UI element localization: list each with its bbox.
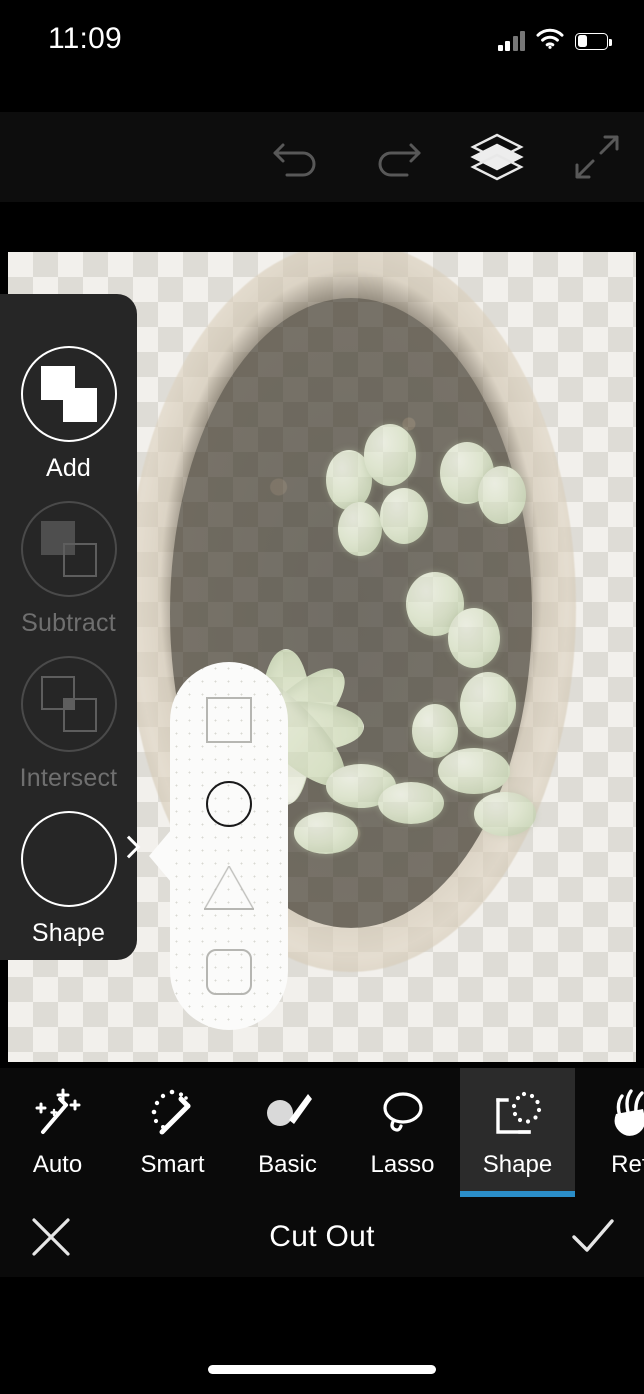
op-add-circle — [20, 346, 117, 442]
shape-rounded-square-option[interactable] — [200, 943, 258, 1001]
op-subtract[interactable]: Subtract — [0, 501, 137, 638]
shape-picker-popover — [149, 662, 288, 1030]
boolean-subtract-icon — [40, 521, 97, 577]
magic-wand-sparkles-icon — [32, 1087, 84, 1139]
op-shape-label: Shape — [31, 919, 106, 947]
smart-wand-icon — [147, 1087, 199, 1139]
shape-square-option[interactable] — [200, 691, 258, 749]
app-root: 11:09 Add Subtract Intersect Shape Auto … — [0, 0, 644, 1394]
circle-icon — [206, 781, 252, 827]
status-time: 11:09 — [48, 22, 122, 55]
tab-shape-label: Shape — [482, 1150, 553, 1178]
undo-button[interactable] — [266, 126, 328, 188]
refine-hand-icon — [607, 1087, 644, 1139]
shape-selection-icon — [492, 1087, 544, 1139]
tab-smart[interactable]: Smart — [115, 1068, 230, 1197]
battery-icon — [575, 32, 612, 50]
cancel-button[interactable] — [22, 1208, 80, 1266]
boolean-intersect-icon — [40, 676, 97, 732]
cellular-signal-icon — [497, 31, 525, 51]
confirm-button[interactable] — [564, 1208, 622, 1266]
tab-shape[interactable]: Shape — [460, 1068, 575, 1197]
action-bar-title: Cut Out — [269, 1220, 375, 1253]
chevron-right-icon — [117, 835, 140, 859]
wifi-icon — [536, 28, 564, 54]
shape-circle-option[interactable] — [200, 775, 258, 833]
lasso-icon — [377, 1087, 429, 1139]
redo-button[interactable] — [366, 126, 428, 188]
triangle-icon — [204, 866, 254, 910]
op-add-label: Add — [45, 454, 92, 482]
fullscreen-button[interactable] — [566, 126, 628, 188]
tab-basic-label: Basic — [258, 1150, 317, 1178]
op-shape[interactable]: Shape — [0, 811, 140, 948]
home-indicator — [208, 1365, 436, 1374]
status-indicators — [497, 28, 612, 54]
rounded-square-icon — [206, 949, 252, 995]
tab-auto[interactable]: Auto — [0, 1068, 115, 1197]
tab-lasso-label: Lasso — [370, 1150, 435, 1178]
op-subtract-label: Subtract — [21, 609, 116, 637]
tab-refine-label: Refi — [611, 1150, 644, 1178]
op-intersect-circle — [20, 656, 117, 752]
tab-smart-label: Smart — [140, 1150, 205, 1178]
boolean-ops-panel: Add Subtract Intersect Shape — [0, 294, 140, 960]
boolean-add-icon — [40, 366, 97, 422]
tab-auto-label: Auto — [32, 1150, 83, 1178]
op-add[interactable]: Add — [0, 346, 137, 483]
op-intersect[interactable]: Intersect — [0, 656, 137, 793]
square-icon — [206, 697, 252, 743]
brush-icon — [262, 1087, 314, 1139]
action-bar: Cut Out — [0, 1197, 644, 1277]
status-bar: 11:09 — [0, 0, 644, 86]
tab-basic[interactable]: Basic — [230, 1068, 345, 1197]
top-toolbar — [0, 112, 644, 202]
op-subtract-circle — [20, 501, 117, 597]
layers-button[interactable] — [466, 126, 528, 188]
tab-refine[interactable]: Refi — [575, 1068, 644, 1197]
shape-circle-icon — [20, 811, 117, 907]
op-intersect-label: Intersect — [19, 764, 118, 792]
tool-tab-bar[interactable]: Auto Smart Basic Lasso Shape Re — [0, 1068, 644, 1197]
tab-lasso[interactable]: Lasso — [345, 1068, 460, 1197]
shape-triangle-option[interactable] — [200, 859, 258, 917]
